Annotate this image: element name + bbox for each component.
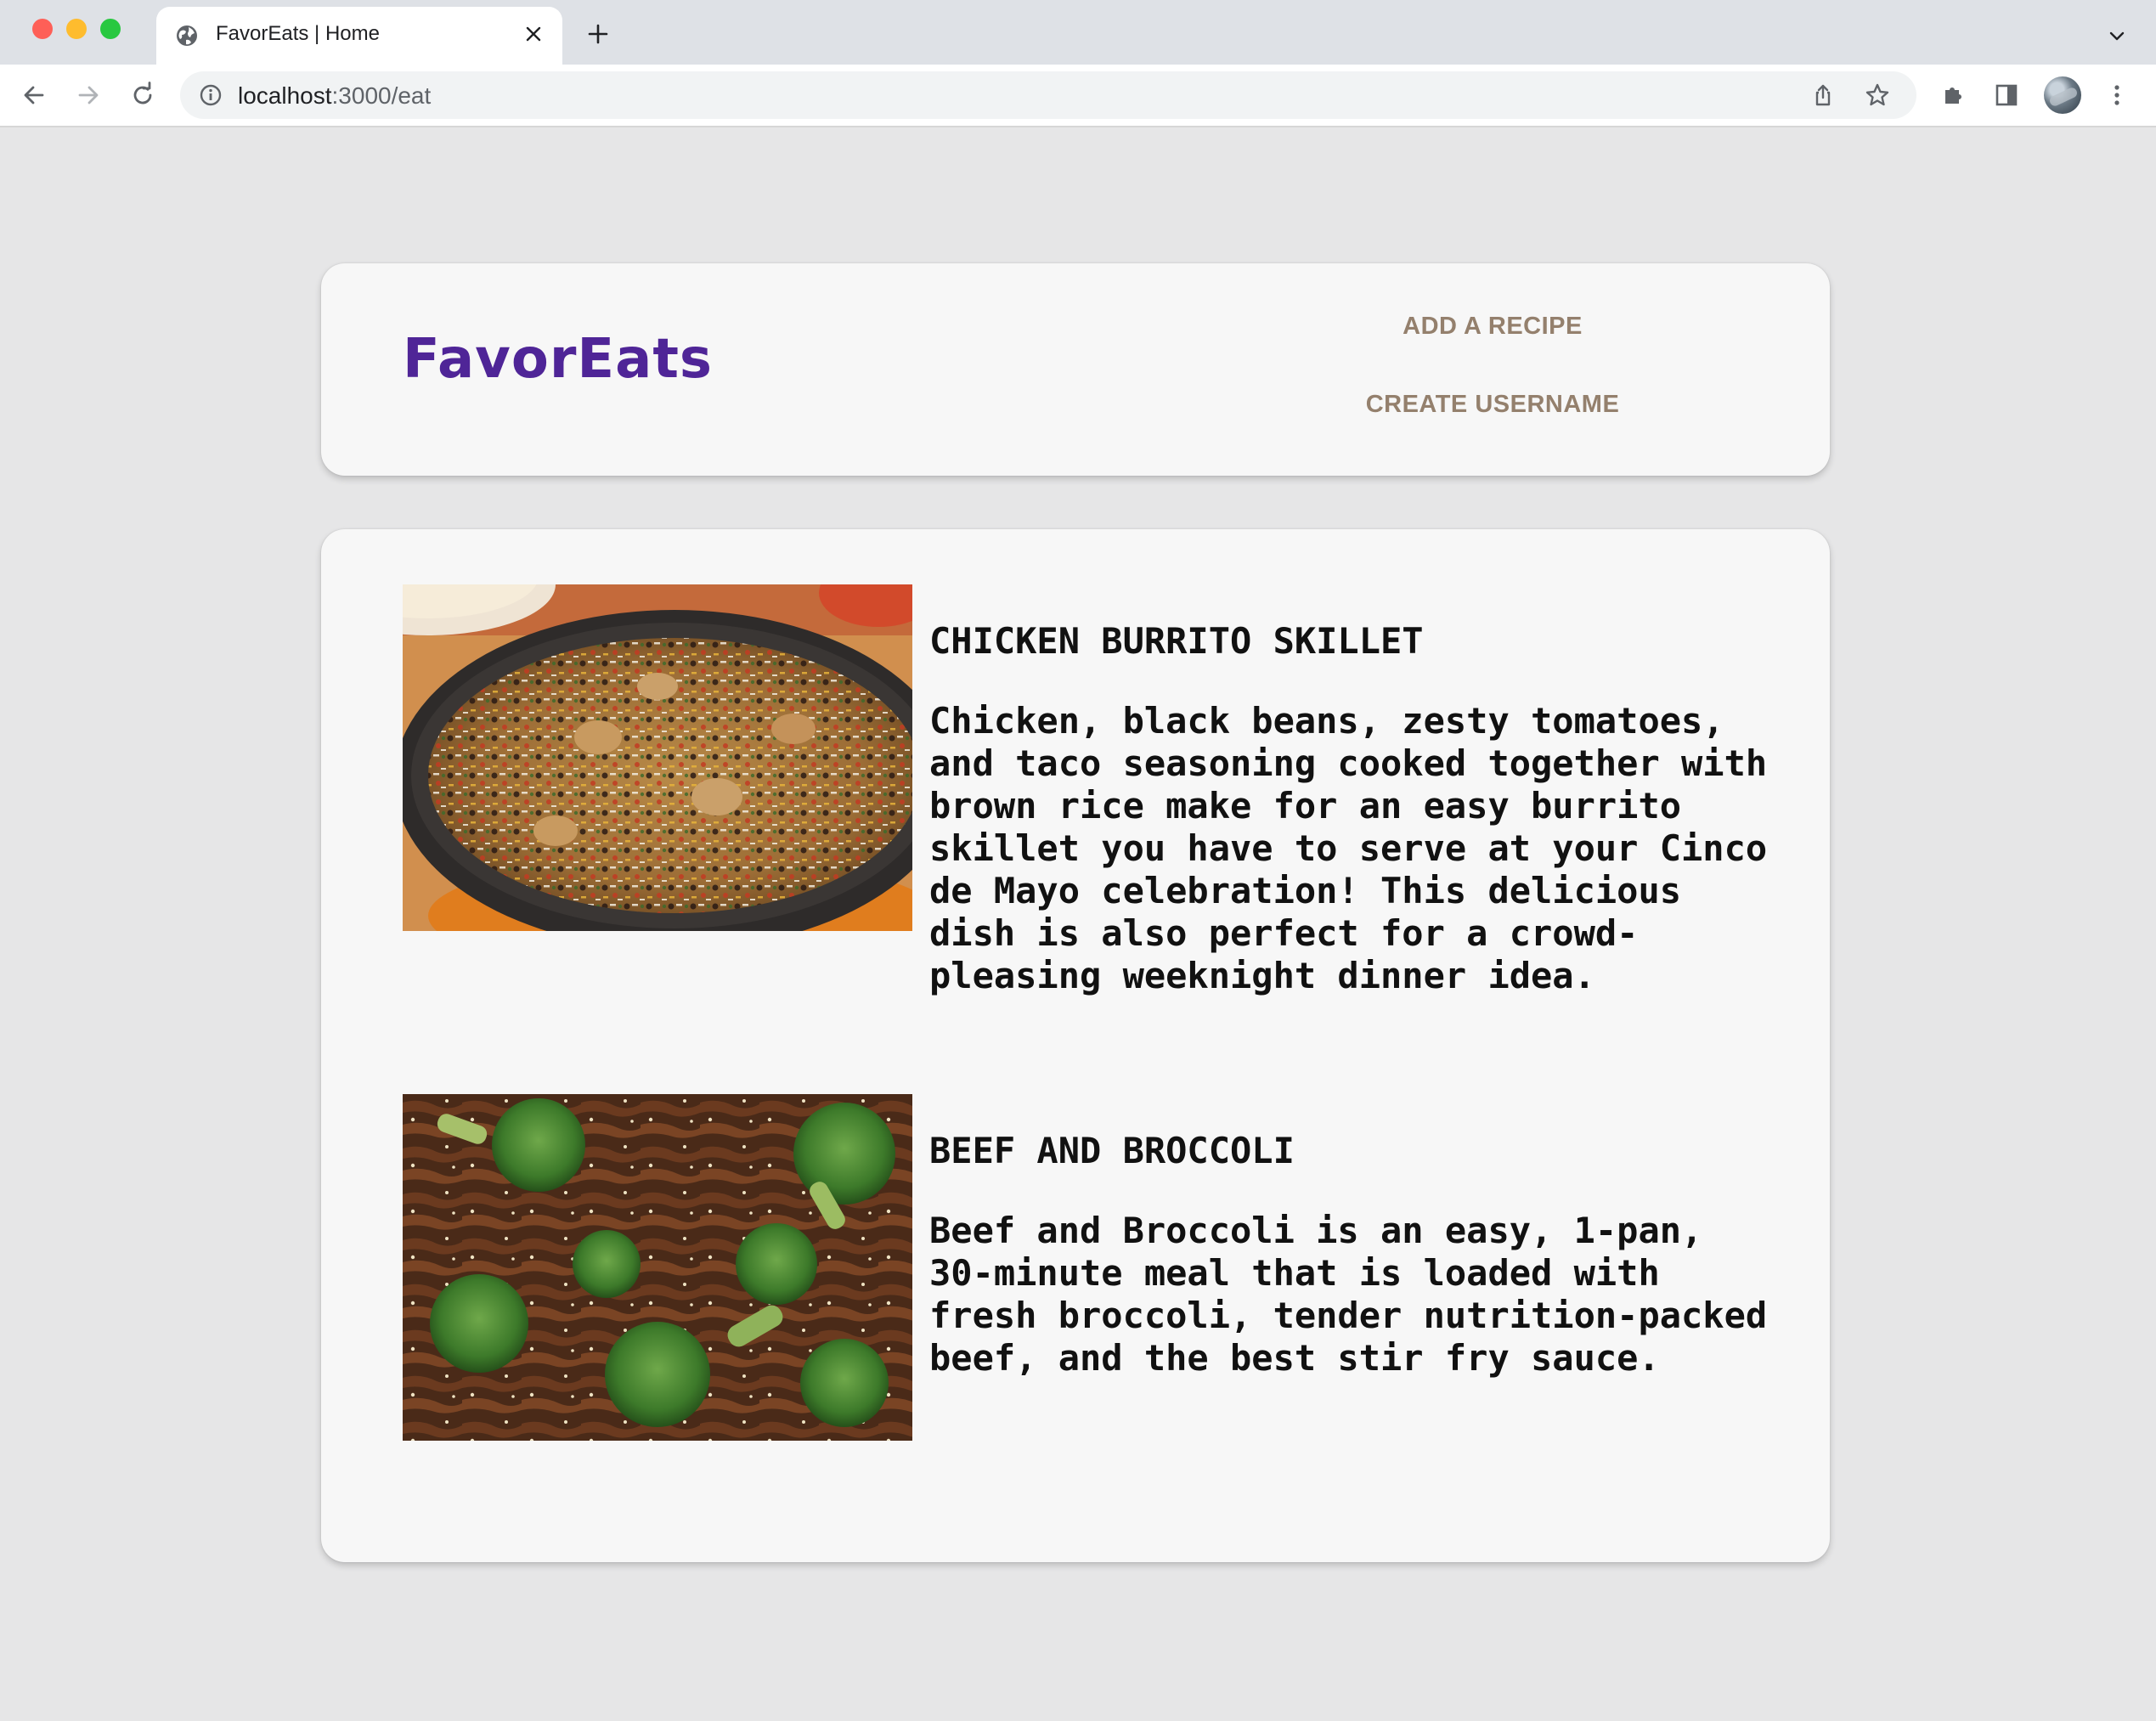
add-recipe-link[interactable]: ADD A RECIPE — [1323, 313, 1662, 341]
kebab-menu-icon[interactable] — [2100, 78, 2134, 112]
browser-tab-active[interactable]: FavorEats | Home — [156, 7, 562, 65]
recipe-description: Beef and Broccoli is an easy, 1-pan, 30-… — [929, 1210, 1768, 1379]
window-minimize-button[interactable] — [66, 19, 87, 39]
arrow-right-icon[interactable] — [71, 78, 105, 112]
plus-icon[interactable] — [583, 19, 613, 49]
chevron-down-icon[interactable] — [2102, 20, 2132, 51]
info-icon[interactable] — [199, 83, 223, 107]
close-icon[interactable] — [518, 19, 549, 49]
url-text[interactable]: localhost:3000/eat — [238, 82, 431, 110]
browser-toolbar: localhost:3000/eat — [0, 65, 2156, 127]
recipe-title[interactable]: CHICKEN BURRITO SKILLET — [929, 620, 1424, 662]
recipe-list: CHICKEN BURRITO SKILLET Chicken, black b… — [321, 529, 1830, 1562]
window-zoom-button[interactable] — [100, 19, 121, 39]
reload-icon[interactable] — [126, 78, 160, 112]
beef-and-broccoli-photo — [403, 1094, 912, 1441]
url-path: :3000/eat — [331, 82, 432, 109]
arrow-left-icon[interactable] — [17, 78, 51, 112]
share-icon[interactable] — [1809, 82, 1837, 109]
recipe-title[interactable]: BEEF AND BROCCOLI — [929, 1130, 1295, 1171]
profile-avatar[interactable] — [2044, 76, 2081, 114]
chicken-burrito-skillet-photo — [403, 584, 912, 931]
tab-title: FavorEats | Home — [216, 22, 380, 45]
window-close-button[interactable] — [32, 19, 53, 39]
site-logo[interactable]: FavorEats — [403, 328, 713, 391]
address-bar[interactable]: localhost:3000/eat — [180, 71, 1916, 119]
create-username-link[interactable]: CREATE USERNAME — [1323, 391, 1662, 419]
side-panel-icon[interactable] — [1990, 78, 2023, 112]
globe-icon — [175, 24, 199, 48]
puzzle-icon[interactable] — [1937, 78, 1971, 112]
site-header: FavorEats ADD A RECIPE CREATE USERNAME — [321, 263, 1830, 476]
url-host: localhost — [238, 82, 332, 109]
star-icon[interactable] — [1864, 82, 1891, 109]
browser-tabstrip: FavorEats | Home — [0, 0, 2156, 65]
recipe-description: Chicken, black beans, zesty tomatoes, an… — [929, 700, 1768, 996]
